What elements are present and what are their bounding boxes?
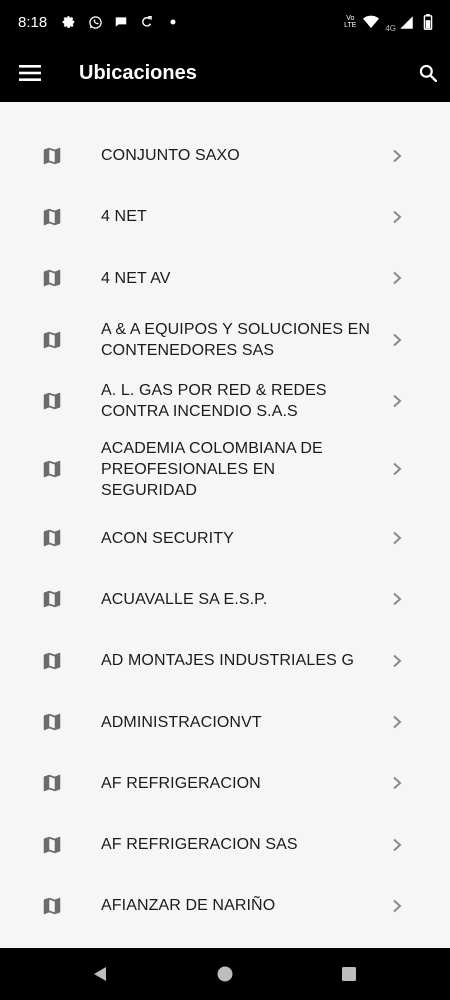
search-icon[interactable] (408, 44, 448, 102)
system-navigation-bar (0, 948, 450, 1000)
list-item[interactable]: 4 NET (0, 186, 450, 247)
chevron-right-icon (388, 208, 406, 226)
location-name: AD MONTAJES INDUSTRIALES G (101, 652, 355, 670)
list-item[interactable]: A. L. GAS POR RED & REDES CONTRA INCENDI… (0, 370, 450, 431)
list-item[interactable]: ACADEMIA COLOMBIANA DE PREOFESIONALES EN… (0, 431, 450, 507)
list-item[interactable]: AFIANZAR DE NARIÑO (0, 875, 450, 936)
chevron-right-icon (388, 331, 406, 349)
list-item[interactable]: CONJUNTO SAXO (0, 125, 450, 186)
chevron-right-icon (388, 836, 406, 854)
battery-icon (420, 14, 436, 30)
signal-icon (398, 14, 414, 30)
whatsapp-icon (87, 14, 103, 30)
back-icon[interactable] (88, 962, 112, 986)
list-item[interactable]: ADMINISTRACIONVT (0, 691, 450, 752)
list-item[interactable]: AF REFRIGERACION (0, 753, 450, 814)
list-item[interactable]: 4 NET AV (0, 248, 450, 309)
location-name: A. L. GAS POR RED & REDES CONTRA INCENDI… (101, 381, 327, 420)
app-bar: Ubicaciones (0, 44, 450, 102)
map-icon (40, 144, 64, 168)
chat-bubble-icon (113, 14, 129, 30)
chevron-right-icon (388, 269, 406, 287)
lte-indicator: Vo LTE (344, 15, 357, 29)
status-bar: 8:18 Vo LTE 4G (0, 0, 450, 44)
chevron-right-icon (388, 529, 406, 547)
location-name: ACADEMIA COLOMBIANA DE PREOFESIONALES EN… (101, 439, 323, 499)
locations-list: CONJUNTO SAXO 4 NET 4 NET AV A & A EQUIP… (0, 125, 450, 937)
list-item[interactable]: ACUAVALLE SA E.S.P. (0, 569, 450, 630)
location-name: ACON SECURITY (101, 529, 234, 547)
dot-icon (165, 14, 181, 30)
location-name: ADMINISTRACIONVT (101, 713, 262, 731)
home-icon[interactable] (213, 962, 237, 986)
map-icon (40, 649, 64, 673)
map-icon (40, 266, 64, 290)
location-name: AF REFRIGERACION SAS (101, 836, 298, 854)
hamburger-menu-icon[interactable] (0, 44, 60, 102)
sync-icon (139, 14, 155, 30)
chevron-right-icon (388, 590, 406, 608)
recents-icon[interactable] (337, 962, 361, 986)
location-name: A & A EQUIPOS Y SOLUCIONES EN CONTENEDOR… (101, 320, 371, 359)
network-type-label: 4G (385, 23, 396, 33)
list-item[interactable]: AD MONTAJES INDUSTRIALES G (0, 630, 450, 691)
map-icon (40, 457, 64, 481)
location-name: ACUAVALLE SA E.S.P. (101, 590, 268, 608)
list-item[interactable]: A & A EQUIPOS Y SOLUCIONES EN CONTENEDOR… (0, 309, 450, 370)
status-time: 8:18 (18, 13, 48, 31)
map-icon (40, 205, 64, 229)
chevron-right-icon (388, 774, 406, 792)
location-name: AF REFRIGERACION (101, 774, 261, 792)
gear-icon (61, 14, 77, 30)
map-icon (40, 526, 64, 550)
map-icon (40, 389, 64, 413)
chevron-right-icon (388, 460, 406, 478)
wifi-icon (363, 14, 380, 30)
location-name: CONJUNTO SAXO (101, 147, 240, 165)
map-icon (40, 587, 64, 611)
chevron-right-icon (388, 147, 406, 165)
map-icon (40, 328, 64, 352)
location-name: AFIANZAR DE NARIÑO (101, 897, 276, 915)
chevron-right-icon (388, 713, 406, 731)
location-name: 4 NET (101, 208, 147, 226)
map-icon (40, 894, 64, 918)
chevron-right-icon (388, 392, 406, 410)
list-item[interactable]: ACON SECURITY (0, 507, 450, 568)
chevron-right-icon (388, 897, 406, 915)
map-icon (40, 833, 64, 857)
location-name: 4 NET AV (101, 269, 171, 287)
page-title: Ubicaciones (79, 61, 197, 84)
list-item[interactable]: AF REFRIGERACION SAS (0, 814, 450, 875)
map-icon (40, 710, 64, 734)
map-icon (40, 771, 64, 795)
chevron-right-icon (388, 652, 406, 670)
